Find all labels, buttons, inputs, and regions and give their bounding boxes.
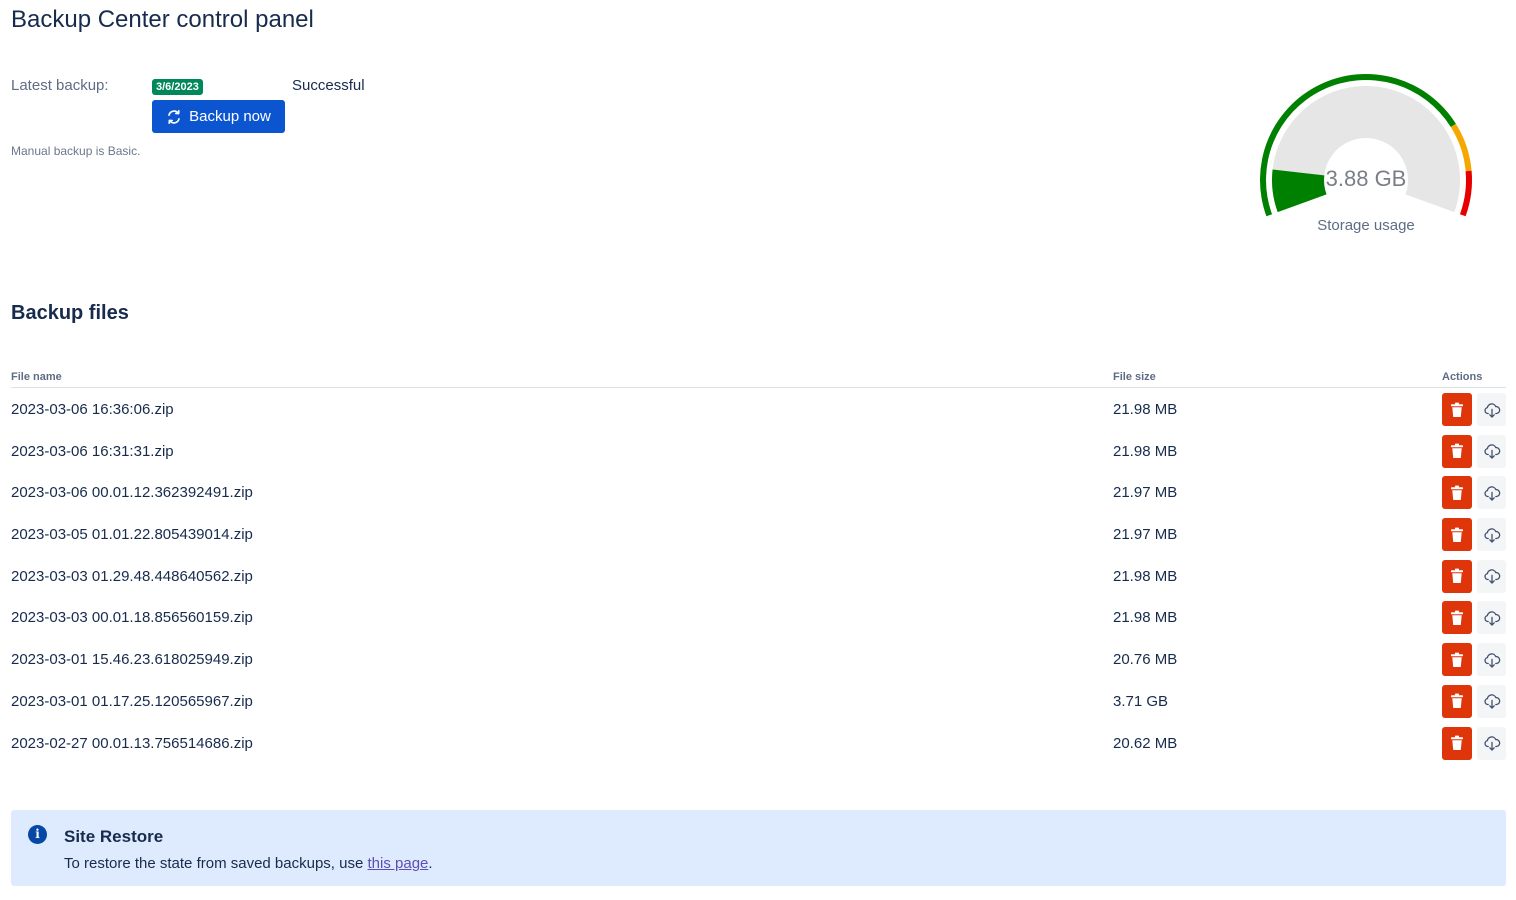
trash-icon	[1448, 734, 1466, 752]
table-row: 2023-03-01 15.46.23.618025949.zip 20.76 M…	[11, 638, 1506, 680]
trash-icon	[1448, 401, 1466, 419]
trash-icon	[1448, 567, 1466, 585]
delete-backup-button[interactable]	[1442, 684, 1472, 718]
cloud-download-icon	[1483, 526, 1501, 544]
storage-label: Storage usage	[1317, 217, 1415, 234]
column-header-actions: Actions	[1442, 371, 1483, 383]
trash-icon	[1448, 484, 1466, 502]
cloud-download-icon	[1483, 442, 1501, 460]
download-backup-button[interactable]	[1477, 726, 1506, 760]
info-icon: i	[28, 825, 47, 844]
restore-page-link[interactable]: this page	[368, 855, 429, 872]
file-size: 20.76 MB	[1113, 651, 1178, 669]
latest-backup-status: Successful	[292, 77, 365, 94]
file-name: 2023-03-03 00.01.18.856560159.zip	[11, 609, 253, 627]
download-backup-button[interactable]	[1477, 434, 1506, 468]
column-header-file-size: File size	[1113, 371, 1156, 383]
file-name: 2023-03-06 16:31:31.zip	[11, 442, 174, 460]
file-size: 21.98 MB	[1113, 609, 1178, 627]
site-restore-text: To restore the state from saved backups,…	[64, 855, 433, 872]
table-row: 2023-03-06 00.01.12.362392491.zip 21.97 M…	[11, 471, 1506, 513]
delete-backup-button[interactable]	[1442, 643, 1472, 677]
download-backup-button[interactable]	[1477, 518, 1506, 552]
table-row: 2023-03-06 16:31:31.zip 21.98 MB	[11, 430, 1506, 472]
refresh-icon	[168, 109, 180, 124]
file-size: 3.71 GB	[1113, 692, 1169, 710]
latest-backup-label: Latest backup:	[11, 77, 109, 94]
download-backup-button[interactable]	[1477, 684, 1506, 718]
table-body: 2023-03-06 16:36:06.zip 21.98 MB 2023-03-0…	[11, 388, 1506, 763]
table-row: 2023-03-01 01.17.25.120565967.zip 3.71 GB	[11, 680, 1506, 722]
file-name: 2023-03-01 15.46.23.618025949.zip	[11, 651, 253, 669]
cloud-download-icon	[1483, 401, 1501, 419]
backup-now-label: Backup now	[189, 108, 271, 125]
table-row: 2023-03-03 00.01.18.856560159.zip 21.98 M…	[11, 596, 1506, 638]
page-title: Backup Center control panel	[11, 6, 314, 33]
table-row: 2023-03-03 01.29.48.448640562.zip 21.98 M…	[11, 555, 1506, 597]
manual-backup-note: Manual backup is Basic.	[11, 144, 141, 158]
delete-backup-button[interactable]	[1442, 726, 1472, 760]
file-size: 21.97 MB	[1113, 526, 1178, 544]
cloud-download-icon	[1483, 651, 1501, 669]
file-name: 2023-03-03 01.29.48.448640562.zip	[11, 567, 253, 585]
trash-icon	[1448, 609, 1466, 627]
table-row: 2023-03-06 16:36:06.zip 21.98 MB	[11, 388, 1506, 430]
delete-backup-button[interactable]	[1442, 559, 1472, 593]
cloud-download-icon	[1483, 734, 1501, 752]
file-name: 2023-03-06 16:36:06.zip	[11, 401, 174, 418]
file-size: 21.98 MB	[1113, 401, 1178, 418]
trash-icon	[1448, 526, 1466, 544]
file-name: 2023-03-01 01.17.25.120565967.zip	[11, 692, 253, 710]
backup-files-title: Backup files	[11, 302, 129, 324]
storage-value: 3.88 GB	[1325, 166, 1407, 191]
delete-backup-button[interactable]	[1442, 476, 1472, 510]
site-restore-title: Site Restore	[64, 827, 164, 846]
cloud-download-icon	[1483, 692, 1501, 710]
cloud-download-icon	[1483, 609, 1501, 627]
trash-icon	[1448, 442, 1466, 460]
download-backup-button[interactable]	[1477, 601, 1506, 635]
delete-backup-button[interactable]	[1442, 393, 1472, 426]
cloud-download-icon	[1483, 484, 1501, 502]
delete-backup-button[interactable]	[1442, 518, 1472, 552]
file-size: 21.97 MB	[1113, 484, 1178, 502]
table-row: 2023-03-05 01.01.22.805439014.zip 21.97 M…	[11, 513, 1506, 555]
download-backup-button[interactable]	[1477, 393, 1506, 426]
site-restore-panel: i Site Restore To restore the state from…	[11, 810, 1506, 886]
delete-backup-button[interactable]	[1442, 434, 1472, 468]
table-row: 2023-02-27 00.01.13.756514686.zip 20.62 M…	[11, 722, 1506, 764]
download-backup-button[interactable]	[1477, 476, 1506, 510]
trash-icon	[1448, 651, 1466, 669]
file-name: 2023-03-06 00.01.12.362392491.zip	[11, 484, 253, 502]
file-size: 21.98 MB	[1113, 567, 1178, 585]
site-restore-text-before: To restore the state from saved backups,…	[64, 855, 368, 872]
file-size: 21.98 MB	[1113, 442, 1178, 460]
file-size: 20.62 MB	[1113, 734, 1178, 752]
table-header: File name File size Actions	[11, 368, 1506, 388]
backup-now-button[interactable]: Backup now	[152, 100, 285, 133]
file-name: 2023-03-05 01.01.22.805439014.zip	[11, 526, 253, 544]
backup-files-table: File name File size Actions 2023-03-06 1…	[11, 368, 1506, 763]
file-name: 2023-02-27 00.01.13.756514686.zip	[11, 734, 253, 752]
cloud-download-icon	[1483, 567, 1501, 585]
delete-backup-button[interactable]	[1442, 601, 1472, 635]
site-restore-text-after: .	[428, 855, 433, 872]
download-backup-button[interactable]	[1477, 643, 1506, 677]
download-backup-button[interactable]	[1477, 559, 1506, 593]
trash-icon	[1448, 692, 1466, 710]
column-header-file-name: File name	[11, 371, 62, 383]
latest-backup-date-badge: 3/6/2023	[152, 79, 203, 95]
